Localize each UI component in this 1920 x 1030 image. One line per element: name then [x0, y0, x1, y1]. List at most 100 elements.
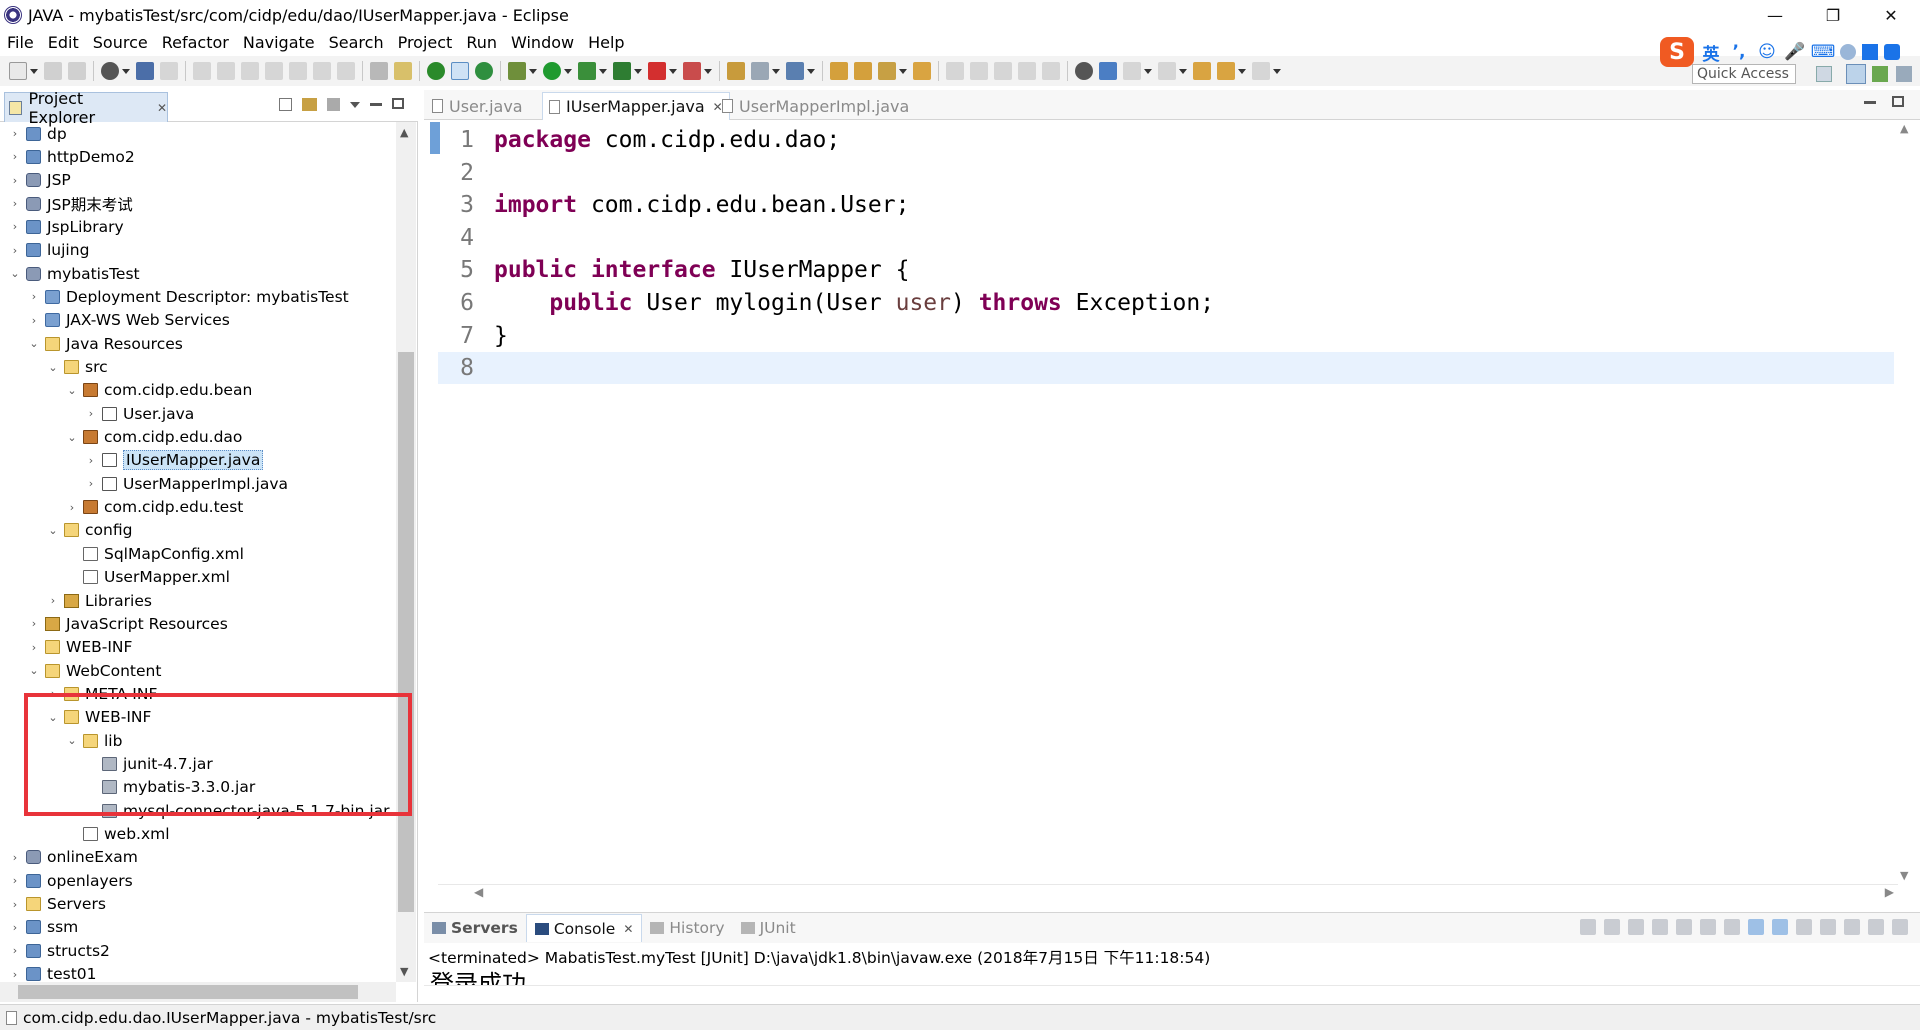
coverage-icon[interactable] — [578, 62, 596, 80]
tree-item[interactable]: › test01 — [0, 963, 97, 982]
chevron-right-icon[interactable]: › — [8, 851, 22, 864]
close-icon[interactable]: ✕ — [157, 101, 167, 115]
open-console-icon[interactable] — [1844, 919, 1860, 935]
scroll-down-icon[interactable]: ▼ — [400, 965, 408, 978]
terminate-icon[interactable] — [1604, 919, 1620, 935]
tree-vertical-scrollbar[interactable]: ▲ ▼ — [396, 122, 416, 982]
open-perspective-icon[interactable] — [1816, 66, 1832, 82]
minimize-view-icon[interactable] — [1864, 101, 1876, 104]
pin-console-icon[interactable] — [1796, 919, 1812, 935]
tree-item[interactable]: › Deployment Descriptor: mybatisTest — [0, 285, 349, 308]
clear-console-icon[interactable] — [1676, 919, 1692, 935]
terminate-icon[interactable] — [241, 62, 259, 80]
run-icon[interactable] — [543, 62, 561, 80]
chevron-down-icon[interactable] — [1144, 68, 1152, 74]
chevron-down-icon[interactable] — [634, 68, 642, 74]
tree-item[interactable]: ⌄ Java Resources — [0, 332, 182, 355]
scroll-down-icon[interactable]: ▼ — [1900, 869, 1908, 882]
tab-project-explorer[interactable]: Project Explorer ✕ — [4, 89, 168, 127]
code-line[interactable]: 3 import com.cidp.edu.bean.User; — [438, 189, 1894, 221]
tab-console[interactable]: Console ✕ — [525, 914, 643, 942]
mark-icon[interactable] — [994, 62, 1012, 80]
menu-help[interactable]: Help — [581, 33, 631, 52]
toggle-mark-icon[interactable] — [451, 62, 469, 80]
remove-all-icon[interactable] — [1628, 919, 1644, 935]
save-all-icon[interactable] — [68, 62, 86, 80]
maximize-button[interactable]: ❐ — [1804, 0, 1862, 30]
scroll-right-icon[interactable]: ▶ — [1885, 885, 1894, 899]
chevron-down-icon[interactable] — [122, 68, 130, 74]
previous-annotation-icon[interactable] — [1158, 62, 1176, 80]
tree-item[interactable]: ⌄ config — [0, 519, 132, 542]
new-class-icon[interactable] — [786, 62, 804, 80]
display-console-icon[interactable] — [1820, 919, 1836, 935]
tree-item[interactable]: › JspLibrary — [0, 215, 124, 238]
tab-user-java[interactable]: User.java — [426, 92, 529, 120]
menu-refactor[interactable]: Refactor — [155, 33, 236, 52]
link-with-editor-icon[interactable] — [302, 98, 317, 111]
chevron-down-icon[interactable] — [599, 68, 607, 74]
chevron-right-icon[interactable]: › — [8, 921, 22, 934]
tree-item[interactable]: › WEB-INF — [0, 636, 133, 659]
scrollbar-thumb[interactable] — [398, 352, 414, 912]
step-into-icon[interactable] — [289, 62, 307, 80]
tree-item[interactable]: › dp — [0, 122, 67, 145]
scroll-up-icon[interactable]: ▲ — [1900, 122, 1908, 135]
tree-item[interactable]: › JSP — [0, 169, 71, 192]
close-icon[interactable]: ✕ — [623, 922, 633, 936]
open-type-icon[interactable] — [830, 62, 848, 80]
open-resource-icon[interactable] — [854, 62, 872, 80]
browser-icon[interactable] — [1099, 62, 1117, 80]
tree-item[interactable]: ⌄ com.cidp.edu.dao — [0, 426, 242, 449]
tree-item[interactable]: › UserMapperImpl.java — [0, 472, 288, 495]
scroll-lock-icon[interactable] — [1700, 919, 1716, 935]
chevron-right-icon[interactable]: › — [8, 127, 22, 140]
save-icon[interactable] — [44, 62, 62, 80]
java-perspective-icon[interactable] — [1872, 66, 1888, 82]
chevron-right-icon[interactable]: › — [8, 874, 22, 887]
code-line[interactable]: 2 — [438, 157, 1894, 189]
chevron-right-icon[interactable]: › — [8, 968, 22, 981]
tree-item[interactable]: ⌄ com.cidp.edu.bean — [0, 379, 252, 402]
disconnect-icon[interactable] — [265, 62, 283, 80]
chevron-right-icon[interactable]: › — [65, 501, 79, 514]
maximize-view-icon[interactable] — [1892, 919, 1908, 935]
chevron-right-icon[interactable]: › — [8, 244, 22, 257]
show-on-error-icon[interactable] — [1772, 919, 1788, 935]
code-line[interactable]: 5 public interface IUserMapper { — [438, 254, 1894, 286]
tree-item[interactable]: › openlayers — [0, 869, 133, 892]
chevron-down-icon[interactable] — [1273, 68, 1281, 74]
stop-icon[interactable] — [648, 62, 666, 80]
back-icon[interactable] — [1217, 62, 1235, 80]
language-toggle[interactable]: 英 — [1700, 41, 1722, 65]
maximize-view-icon[interactable] — [392, 98, 404, 109]
menu-project[interactable]: Project — [391, 33, 460, 52]
terminal-icon[interactable] — [136, 62, 154, 80]
debug-icon[interactable] — [508, 62, 526, 80]
last-edit-icon[interactable] — [1193, 62, 1211, 80]
chevron-right-icon[interactable]: › — [8, 944, 22, 957]
chevron-down-icon[interactable]: ⌄ — [8, 267, 22, 280]
tab-junit[interactable]: JUnit — [733, 914, 804, 942]
keyboard-icon[interactable]: ⌨ — [1811, 41, 1836, 63]
tree-item[interactable]: › JAX-WS Web Services — [0, 309, 230, 332]
tree-item[interactable]: › JSP期末考试 — [0, 192, 133, 215]
tree-item[interactable]: › IUserMapper.java — [0, 449, 264, 472]
refresh-icon[interactable] — [475, 62, 493, 80]
menu-window[interactable]: Window — [504, 33, 581, 52]
scroll-left-icon[interactable]: ◀ — [474, 885, 483, 899]
chevron-down-icon[interactable] — [899, 68, 907, 74]
chevron-down-icon[interactable] — [1179, 68, 1187, 74]
tree-item[interactable]: › structs2 — [0, 939, 110, 962]
chevron-right-icon[interactable]: › — [27, 314, 41, 327]
chevron-right-icon[interactable]: › — [8, 150, 22, 163]
word-wrap-icon[interactable] — [1724, 919, 1740, 935]
chevron-right-icon[interactable]: › — [8, 220, 22, 233]
debug-perspective-icon[interactable] — [1896, 66, 1912, 82]
chevron-down-icon[interactable]: ⌄ — [27, 337, 41, 350]
chevron-right-icon[interactable]: › — [27, 641, 41, 654]
tab-usermapperimpl-java[interactable]: UserMapperImpl.java — [716, 92, 915, 120]
chevron-down-icon[interactable]: ⌄ — [46, 361, 60, 374]
tree-item[interactable]: ⌄ WebContent — [0, 659, 161, 682]
suspend-icon[interactable] — [217, 62, 235, 80]
